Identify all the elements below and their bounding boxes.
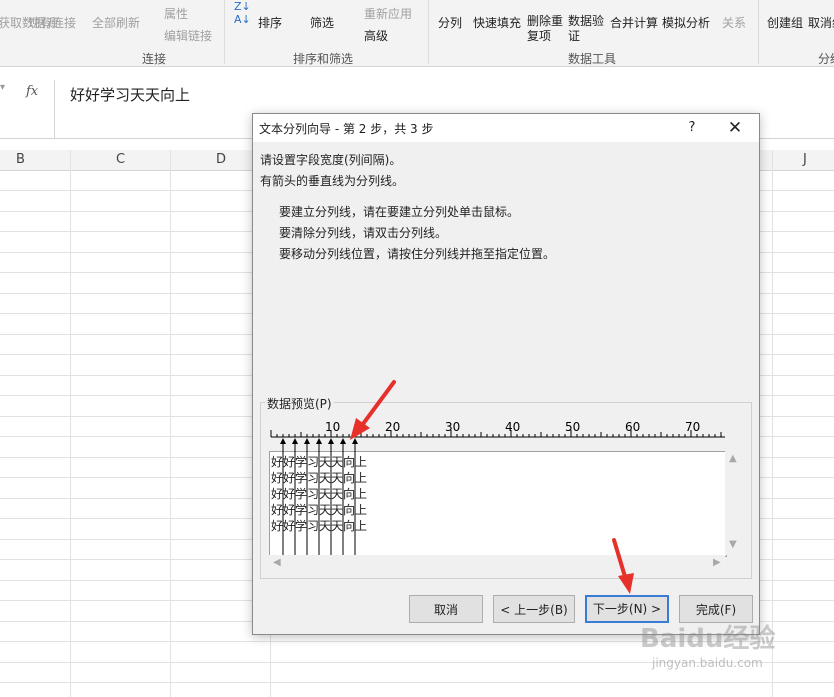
vertical-scrollbar[interactable]: ▲ ▼	[725, 451, 742, 555]
scroll-down-icon[interactable]: ▼	[729, 539, 737, 550]
column-ruler[interactable]: 10 20 30 40 50 60 70	[269, 420, 729, 442]
formula-bar-separator	[54, 80, 55, 138]
ruler-tick-label: 70	[685, 420, 700, 434]
group-label-connections: 连接	[142, 52, 167, 66]
group-label-data-tools: 数据工具	[568, 52, 617, 66]
watermark-url: jingyan.baidu.com	[652, 656, 763, 670]
ruler-tick-label: 40	[505, 420, 520, 434]
hint-clear-break: 要清除分列线，请双击分列线。	[279, 226, 448, 240]
ruler-tick-label: 30	[445, 420, 460, 434]
ruler-tick-label: 60	[625, 420, 640, 434]
data-validation-button[interactable]: 数据验证	[568, 14, 606, 44]
relationships-button[interactable]: 关系	[722, 14, 746, 31]
scroll-up-icon[interactable]: ▲	[729, 453, 737, 464]
advanced-button[interactable]: 高级	[364, 27, 388, 44]
group-button[interactable]: 创建组	[767, 14, 803, 31]
consolidate-button[interactable]: 合并计算	[610, 14, 658, 31]
edit-links-button[interactable]: 编辑链接	[164, 27, 212, 44]
watermark-logo: Baidu经验	[640, 624, 776, 654]
column-header-j[interactable]: J	[803, 152, 807, 167]
hint-move-break: 要移动分列线位置，请按住分列线并拖至指定位置。	[279, 247, 556, 261]
flash-fill-button[interactable]: 快速填充	[473, 14, 521, 31]
preview-row: 好好学习天天向上	[271, 471, 368, 485]
ruler-tick-label: 10	[325, 420, 340, 434]
dialog-title: 文本分列向导 - 第 2 步，共 3 步	[259, 122, 434, 136]
ribbon: 获取数据源 现有连接 全部刷新 属性 编辑链接 Z↓ A↓ 排序 筛选 重新应用 …	[0, 0, 834, 67]
scroll-left-icon[interactable]: ◀	[273, 557, 281, 568]
back-button[interactable]: < 上一步(B)	[493, 595, 575, 623]
grid-column-line	[170, 150, 171, 697]
filter-button[interactable]: 筛选	[310, 14, 334, 31]
reapply-button[interactable]: 重新应用	[364, 5, 412, 22]
insert-function-icon[interactable]: fx	[26, 84, 38, 99]
baidu-watermark: Baidu经验 jingyan.baidu.com	[622, 618, 822, 688]
column-header-b[interactable]: B	[16, 152, 25, 167]
intro-text-1: 请设置字段宽度(列间隔)。	[260, 153, 402, 167]
existing-connections-button[interactable]: 现有连接	[28, 14, 76, 31]
sort-button[interactable]: 排序	[258, 14, 282, 31]
name-box-dropdown-icon[interactable]: ▾	[0, 82, 12, 100]
dialog-title-bar: 文本分列向导 - 第 2 步，共 3 步 ? ✕	[253, 114, 759, 142]
preview-row: 好好学习天天向上	[271, 455, 368, 469]
grid-column-line	[772, 150, 773, 697]
ruler-tick-label: 50	[565, 420, 580, 434]
preview-row: 好好学习天天向上	[271, 487, 368, 501]
ungroup-button[interactable]: 取消组合	[808, 14, 834, 31]
cancel-button[interactable]: 取消	[409, 595, 483, 623]
refresh-all-button[interactable]: 全部刷新	[92, 14, 140, 31]
formula-input[interactable]: 好好学习天天向上	[70, 84, 190, 105]
group-label-sort-filter: 排序和筛选	[293, 52, 354, 66]
data-preview-label: 数据预览(P)	[265, 395, 334, 412]
horizontal-scrollbar[interactable]: ◀ ▶	[269, 555, 725, 572]
column-header-c[interactable]: C	[116, 152, 125, 167]
what-if-analysis-button[interactable]: 模拟分析	[662, 14, 710, 31]
group-label-outline: 分级显示	[818, 52, 834, 66]
column-header-d[interactable]: D	[216, 152, 226, 167]
ribbon-separator	[428, 0, 429, 64]
intro-text-2: 有箭头的垂直线为分列线。	[260, 174, 405, 188]
ribbon-separator	[758, 0, 759, 64]
ruler-tick-label: 20	[385, 420, 400, 434]
sort-az-icon[interactable]: Z↓ A↓	[234, 0, 251, 26]
close-button[interactable]: ✕	[721, 118, 749, 138]
remove-duplicates-button[interactable]: 删除重复项	[527, 14, 563, 44]
grid-column-line	[70, 150, 71, 697]
data-preview-area[interactable]: 好好学习天天向上 好好学习天天向上 好好学习天天向上 好好学习天天向上 好好学习天天向上	[269, 451, 727, 557]
text-to-columns-wizard-dialog: 文本分列向导 - 第 2 步，共 3 步 ? ✕ 请设置字段宽度(列间隔)。 有…	[252, 113, 760, 635]
help-button[interactable]: ?	[681, 118, 703, 138]
hint-create-break: 要建立分列线，请在要建立分列处单击鼠标。	[279, 205, 520, 219]
preview-row: 好好学习天天向上	[271, 503, 368, 517]
properties-button[interactable]: 属性	[164, 5, 188, 22]
ribbon-separator	[224, 0, 225, 64]
preview-row: 好好学习天天向上	[271, 519, 368, 533]
text-to-columns-button[interactable]: 分列	[438, 14, 462, 31]
scroll-right-icon[interactable]: ▶	[713, 557, 721, 568]
